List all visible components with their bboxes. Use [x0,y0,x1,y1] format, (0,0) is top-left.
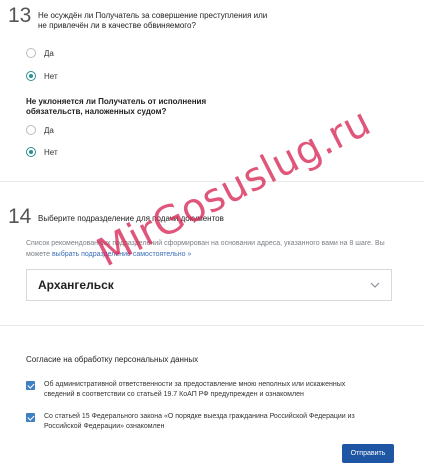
section-divider-1 [0,181,424,182]
question-convicted-title: Не осуждён ли Получатель за совершение п… [38,11,268,30]
consent-exit-law-checkbox[interactable] [26,413,35,422]
choose-office-arrow[interactable]: » [188,251,192,258]
radio-q2-yes[interactable]: Да [26,124,54,136]
consent-item-exit-law[interactable]: Со статьей 15 Федерального закона «О пор… [26,412,374,432]
step-14-number: 14 [8,205,32,228]
radio-q1-yes-control[interactable] [26,48,36,58]
choose-office-link[interactable]: выбрать подразделение самостоятельно [52,251,186,258]
radio-q2-yes-control[interactable] [26,125,36,135]
consent-liability-text: Об административной ответственности за п… [44,381,346,398]
radio-q2-no-label: Нет [44,147,58,157]
radio-q2-no[interactable]: Нет [26,146,58,158]
office-select-title: Выберите подразделение для подачи докуме… [38,214,224,223]
consent-exit-law-text: Со статьей 15 Федерального закона «О пор… [44,413,355,430]
radio-q2-no-control[interactable] [26,147,36,157]
office-hint: Список рекомендованных подразделений сфо… [26,238,396,260]
consent-item-liability[interactable]: Об административной ответственности за п… [26,380,374,400]
section-divider-2 [0,325,424,326]
consent-title: Согласие на обработку персональных данны… [26,355,199,364]
office-select[interactable]: Архангельск [26,269,392,301]
radio-q2-yes-label: Да [44,125,54,135]
step-13-number: 13 [8,4,32,27]
radio-q1-no[interactable]: Нет [26,70,58,82]
consent-liability-checkbox[interactable] [26,381,35,390]
office-select-value: Архангельск [38,278,114,292]
question-evasion-title: Не уклоняется ли Получатель от исполнени… [26,97,207,116]
radio-q1-yes[interactable]: Да [26,47,54,59]
radio-q1-yes-label: Да [44,48,54,58]
submit-button[interactable]: Отправить [342,444,394,463]
chevron-down-icon[interactable] [369,279,381,291]
radio-q1-no-control[interactable] [26,71,36,81]
radio-q1-no-label: Нет [44,71,58,81]
